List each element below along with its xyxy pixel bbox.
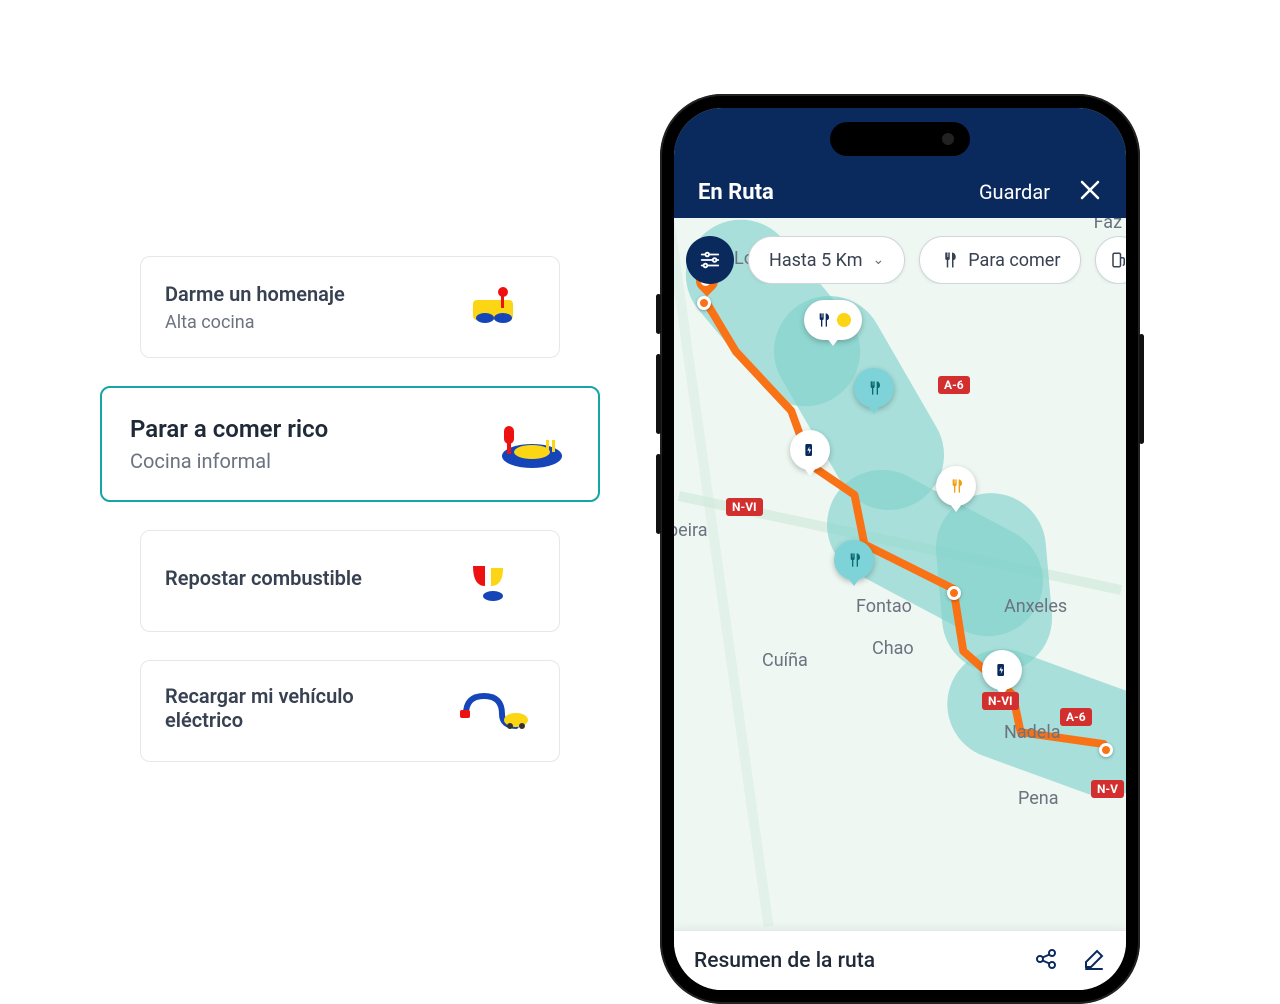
app-title: En Ruta <box>698 180 774 205</box>
town-label: Pena <box>1018 788 1059 809</box>
stop-reason-options: Darme un homenaje Alta cocina Parar a co… <box>100 256 600 762</box>
option-title: Darme un homenaje <box>165 282 455 306</box>
chip-label: Para comer <box>968 250 1060 271</box>
town-label: Faz <box>1094 218 1122 233</box>
route-line <box>674 218 1126 930</box>
chevron-down-icon: ⌄ <box>873 252 885 268</box>
route-waypoint[interactable] <box>1099 743 1113 757</box>
option-title: Recargar mi vehículo eléctrico <box>165 684 425 732</box>
chip-label: Hasta 5 Km <box>769 250 863 271</box>
sheet-title: Resumen de la ruta <box>694 949 875 973</box>
poi-charger[interactable] <box>790 430 830 470</box>
edit-icon[interactable] <box>1082 947 1106 975</box>
fuel-chip[interactable] <box>1095 236 1126 284</box>
road-badge: A-6 <box>1060 708 1092 726</box>
phone-screen: En Ruta Guardar <box>674 108 1126 990</box>
haute-cuisine-icon <box>455 277 535 337</box>
phone-frame: En Ruta Guardar <box>660 94 1140 1004</box>
phone-volume-down <box>656 454 661 534</box>
town-label: Cuíña <box>762 650 808 671</box>
save-button[interactable]: Guardar <box>979 180 1050 204</box>
close-icon[interactable] <box>1078 178 1102 206</box>
phone-power-button <box>1139 334 1144 444</box>
route-summary-sheet[interactable]: Resumen de la ruta <box>674 930 1126 990</box>
route-waypoint[interactable] <box>697 296 711 310</box>
road-badge: N-VI <box>982 692 1019 710</box>
option-ev-charge[interactable]: Recargar mi vehículo eléctrico <box>140 660 560 762</box>
eat-chip[interactable]: Para comer <box>919 236 1081 284</box>
map-view[interactable]: Louzaneta Faz beira Fontao Anxeles Cuíña… <box>674 218 1126 930</box>
town-label: beira <box>674 520 708 541</box>
poi-food[interactable] <box>936 466 976 506</box>
ev-charge-icon <box>455 681 535 741</box>
town-label: Fontao <box>856 596 912 617</box>
option-refuel[interactable]: Repostar combustible <box>140 530 560 632</box>
casual-food-icon <box>490 414 570 474</box>
route-waypoint[interactable] <box>947 586 961 600</box>
option-title: Parar a comer rico <box>130 415 490 443</box>
share-icon[interactable] <box>1034 947 1058 975</box>
option-title: Repostar combustible <box>165 566 455 590</box>
option-casual-food[interactable]: Parar a comer rico Cocina informal <box>100 386 600 502</box>
poi-charger[interactable] <box>982 650 1022 690</box>
fuel-pump-icon <box>1110 251 1126 269</box>
poi-food-featured[interactable] <box>804 300 862 340</box>
poi-food[interactable] <box>854 368 894 408</box>
road-badge: A-6 <box>938 376 970 394</box>
fuel-icon <box>455 551 535 611</box>
fork-knife-icon <box>940 251 958 269</box>
option-subtitle: Alta cocina <box>165 312 455 333</box>
option-subtitle: Cocina informal <box>130 449 490 473</box>
filter-chip-row: Hasta 5 Km ⌄ Para comer <box>686 236 1126 284</box>
option-haute-cuisine[interactable]: Darme un homenaje Alta cocina <box>140 256 560 358</box>
town-label: Chao <box>872 638 914 659</box>
phone-silent-switch <box>656 294 661 334</box>
road-badge: N-V <box>1091 780 1124 798</box>
distance-chip[interactable]: Hasta 5 Km ⌄ <box>748 236 905 284</box>
town-label: Anxeles <box>1004 596 1067 617</box>
phone-notch <box>830 122 970 156</box>
road-badge: N-VI <box>726 498 763 516</box>
poi-food[interactable] <box>834 540 874 580</box>
phone-volume-up <box>656 354 661 434</box>
town-label: Nadela <box>1004 722 1061 743</box>
filter-button[interactable] <box>686 236 734 284</box>
star-badge-icon <box>837 313 851 327</box>
